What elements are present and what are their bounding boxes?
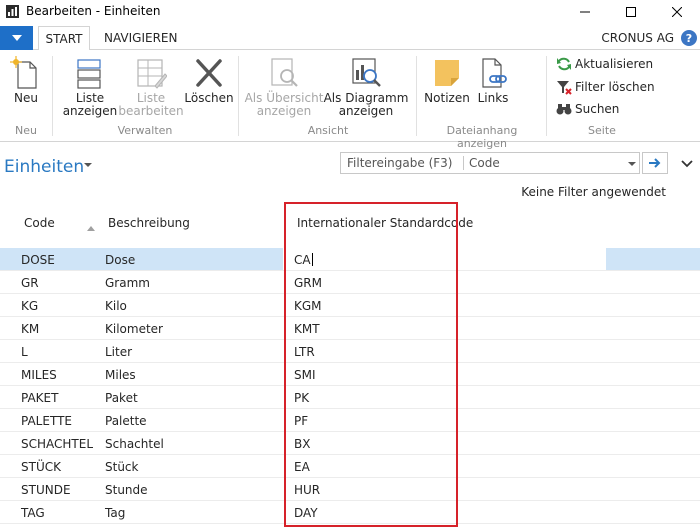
group-label-new: Neu xyxy=(15,124,37,137)
cell-code[interactable]: STÜCK xyxy=(21,460,61,474)
cell-code[interactable]: L xyxy=(21,345,28,359)
cell-code[interactable]: DOSE xyxy=(21,253,55,267)
new-button-label: Neu xyxy=(14,91,38,105)
cell-description[interactable]: Miles xyxy=(105,368,136,382)
page-title[interactable]: Einheiten xyxy=(4,157,84,177)
binoculars-icon xyxy=(556,104,572,115)
ribbon-separator xyxy=(546,56,547,136)
chevron-down-icon[interactable] xyxy=(84,163,92,167)
filter-dropdown-icon[interactable] xyxy=(628,162,636,166)
cell-description[interactable]: Paket xyxy=(105,391,138,405)
filter-field-select[interactable]: Code xyxy=(469,156,500,170)
help-icon[interactable]: ? xyxy=(681,30,697,46)
links-button[interactable]: Links xyxy=(476,56,510,105)
new-button[interactable]: Neu xyxy=(10,56,42,105)
filter-divider xyxy=(463,156,464,170)
show-list-button[interactable]: Liste anzeigen xyxy=(62,56,118,118)
cell-description[interactable]: Kilometer xyxy=(105,322,163,336)
title-bar: Bearbeiten - Einheiten xyxy=(0,0,700,24)
column-highlight-box xyxy=(284,202,458,527)
chart-magnifier-icon xyxy=(352,58,381,87)
notes-button[interactable]: Notizen xyxy=(424,56,470,105)
clear-filter-label: Filter löschen xyxy=(575,80,655,94)
cell-code[interactable]: KM xyxy=(21,322,39,336)
column-header-description[interactable]: Beschreibung xyxy=(108,216,190,230)
group-label-manage: Verwalten xyxy=(117,124,173,137)
column-header-code[interactable]: Code xyxy=(24,216,55,230)
show-as-overview-button[interactable]: Als Übersicht anzeigen xyxy=(244,56,324,118)
maximize-icon xyxy=(626,7,636,17)
overview-label: Als Übersicht anzeigen xyxy=(244,91,324,118)
show-list-label: Liste anzeigen xyxy=(62,91,118,118)
app-menu-button[interactable] xyxy=(0,26,33,50)
cell-code[interactable]: GR xyxy=(21,276,39,290)
minimize-icon xyxy=(580,11,590,13)
minimize-button[interactable] xyxy=(562,0,608,24)
clear-filter-button[interactable]: Filter löschen xyxy=(556,79,655,95)
ribbon-separator xyxy=(238,56,239,136)
refresh-button[interactable]: Aktualisieren xyxy=(556,56,653,72)
cell-code[interactable]: STUNDE xyxy=(21,483,71,497)
ribbon: Neu Neu Liste anzeigen Liste bearbeiten … xyxy=(0,50,700,150)
window-title: Bearbeiten - Einheiten xyxy=(26,4,161,18)
notes-label: Notizen xyxy=(424,91,470,105)
delete-button[interactable]: Löschen xyxy=(184,56,234,105)
collapse-chevron-icon[interactable] xyxy=(681,157,693,169)
sort-ascending-icon xyxy=(87,226,95,231)
ribbon-separator xyxy=(52,56,53,136)
cell-code[interactable]: SCHACHTEL xyxy=(21,437,93,451)
group-label-view: Ansicht xyxy=(307,124,349,137)
group-label-attachments: Dateianhang anzeigen xyxy=(446,124,518,150)
edit-list-label: Liste bearbeiten xyxy=(118,91,184,118)
filter-input[interactable]: Filtereingabe (F3) Code xyxy=(340,152,640,174)
search-label: Suchen xyxy=(575,102,620,116)
cell-code[interactable]: KG xyxy=(21,299,38,313)
edit-list-button[interactable]: Liste bearbeiten xyxy=(118,56,184,118)
clear-filter-icon xyxy=(557,81,572,95)
search-button[interactable]: Suchen xyxy=(556,101,619,117)
ribbon-separator xyxy=(416,56,417,136)
delete-label: Löschen xyxy=(184,91,234,105)
tab-start[interactable]: START xyxy=(38,26,90,51)
cell-code[interactable]: MILES xyxy=(21,368,57,382)
arrow-right-icon xyxy=(649,158,661,168)
tab-navigate[interactable]: NAVIGIEREN xyxy=(96,26,185,50)
cell-code[interactable]: TAG xyxy=(21,506,45,520)
delete-x-icon xyxy=(196,59,222,87)
cell-description[interactable]: Schachtel xyxy=(105,437,164,451)
close-icon xyxy=(672,7,682,17)
link-document-icon xyxy=(482,58,507,88)
refresh-icon xyxy=(557,57,571,71)
cell-description[interactable]: Dose xyxy=(105,253,135,267)
filter-status: Keine Filter angewendet xyxy=(521,185,666,199)
cell-description[interactable]: Palette xyxy=(105,414,147,428)
maximize-button[interactable] xyxy=(608,0,654,24)
refresh-label: Aktualisieren xyxy=(575,57,654,71)
show-as-chart-button[interactable]: Als Diagramm anzeigen xyxy=(323,56,409,118)
filter-placeholder: Filtereingabe (F3) xyxy=(347,156,453,170)
menu-dropdown-icon xyxy=(11,35,22,41)
links-label: Links xyxy=(477,91,509,105)
app-icon xyxy=(6,5,19,18)
cell-description[interactable]: Tag xyxy=(105,506,125,520)
sticky-note-icon xyxy=(435,60,459,86)
overview-icon xyxy=(271,58,298,87)
cell-code[interactable]: PALETTE xyxy=(21,414,72,428)
row-selection xyxy=(606,248,700,270)
cell-code[interactable]: PAKET xyxy=(21,391,58,405)
cell-description[interactable]: Gramm xyxy=(105,276,150,290)
close-button[interactable] xyxy=(654,0,700,24)
edit-list-icon xyxy=(137,59,167,89)
list-view-icon xyxy=(77,59,101,89)
chart-label: Als Diagramm anzeigen xyxy=(323,91,409,118)
ribbon-tabs: START NAVIGIEREN CRONUS AG xyxy=(0,26,700,51)
cell-description[interactable]: Stück xyxy=(105,460,138,474)
group-label-page: Seite xyxy=(588,124,616,137)
company-name[interactable]: CRONUS AG xyxy=(601,31,674,45)
apply-filter-button[interactable] xyxy=(642,152,668,174)
cell-description[interactable]: Kilo xyxy=(105,299,127,313)
cell-description[interactable]: Liter xyxy=(105,345,132,359)
new-document-icon xyxy=(10,56,37,89)
cell-description[interactable]: Stunde xyxy=(105,483,148,497)
